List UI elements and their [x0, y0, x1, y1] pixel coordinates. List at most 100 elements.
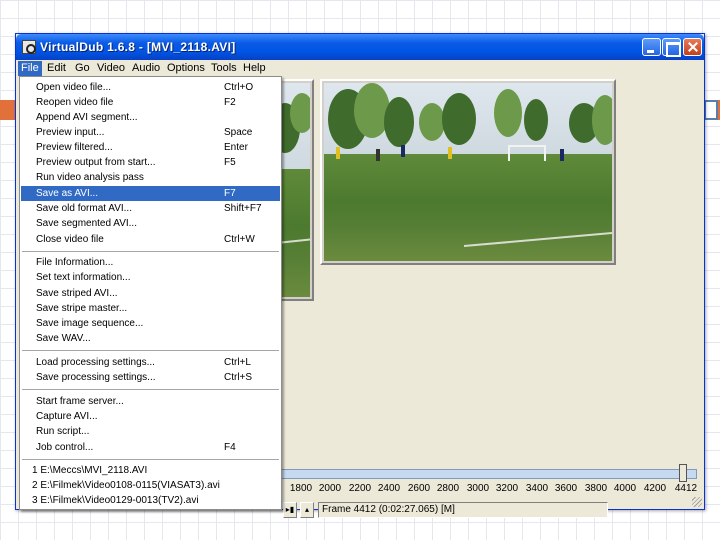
- menu-item-shortcut: F2: [224, 97, 236, 108]
- slide-accent-bar-left: [0, 100, 15, 120]
- tick-label: 3000: [466, 483, 490, 494]
- tick-label: 3600: [554, 483, 578, 494]
- tick-label: 4412: [674, 483, 698, 494]
- tick-label: 2400: [377, 483, 401, 494]
- menu-options[interactable]: Options: [164, 61, 208, 76]
- window-title: VirtualDub 1.6.8 - [MVI_2118.AVI]: [40, 40, 236, 54]
- menu-item-run-video-analysis[interactable]: Run video analysis pass: [21, 170, 280, 185]
- menu-item-shortcut: Space: [224, 127, 253, 138]
- menu-bar: File Edit Go Video Audio Options Tools H…: [16, 60, 704, 77]
- menu-item-reopen-video-file[interactable]: Reopen video file F2: [21, 95, 280, 110]
- menu-item-label: Preview output from start...: [36, 157, 156, 168]
- maximize-button[interactable]: [662, 38, 681, 57]
- menu-item-label: 3 E:\Filmek\Video0129-0013(TV2).avi: [32, 495, 199, 506]
- menu-tools[interactable]: Tools: [208, 61, 240, 76]
- menu-item-label: Save image sequence...: [36, 318, 144, 329]
- menu-help[interactable]: Help: [240, 61, 269, 76]
- tick-label: 1800: [289, 483, 313, 494]
- file-menu-dropdown: Open video file... Ctrl+O Reopen video fi…: [19, 76, 282, 510]
- menu-item-label: Save striped AVI...: [36, 288, 118, 299]
- timeline-track[interactable]: [281, 469, 697, 479]
- menu-item-recent-file-2[interactable]: 2 E:\Filmek\Video0108-0115(VIASAT3).avi: [21, 478, 280, 493]
- menu-item-load-processing-settings[interactable]: Load processing settings... Ctrl+L: [21, 355, 280, 370]
- tick-label: 3200: [495, 483, 519, 494]
- minimize-button[interactable]: [642, 38, 661, 56]
- slide-accent-square: [704, 100, 718, 120]
- menu-go[interactable]: Go: [72, 61, 93, 76]
- menu-item-label: Load processing settings...: [36, 357, 155, 368]
- menu-item-save-image-sequence[interactable]: Save image sequence...: [21, 316, 280, 331]
- menu-item-shortcut: F5: [224, 157, 236, 168]
- resize-grip-icon[interactable]: [692, 497, 702, 507]
- menu-item-save-stripe-master[interactable]: Save stripe master...: [21, 301, 280, 316]
- menu-item-label: Preview input...: [36, 127, 105, 138]
- go-to-end-button[interactable]: ▸▮: [283, 502, 297, 518]
- menu-item-label: Reopen video file: [36, 97, 114, 108]
- menu-item-label: Open video file...: [36, 82, 112, 93]
- menu-item-label: Save old format AVI...: [36, 203, 132, 214]
- tick-label: 4000: [613, 483, 637, 494]
- menu-audio[interactable]: Audio: [129, 61, 163, 76]
- menu-item-job-control[interactable]: Job control... F4: [21, 440, 280, 455]
- menu-item-file-information[interactable]: File Information...: [21, 255, 280, 270]
- menu-item-start-frame-server[interactable]: Start frame server...: [21, 394, 280, 409]
- menu-edit[interactable]: Edit: [44, 61, 69, 76]
- tick-label: 2600: [407, 483, 431, 494]
- menu-item-shortcut: F4: [224, 442, 236, 453]
- menu-separator: [22, 389, 279, 390]
- menu-item-recent-file-1[interactable]: 1 E:\Meccs\MVI_2118.AVI: [21, 463, 280, 478]
- menu-item-label: Save WAV...: [36, 333, 91, 344]
- title-bar[interactable]: VirtualDub 1.6.8 - [MVI_2118.AVI]: [16, 34, 704, 60]
- menu-separator: [22, 459, 279, 460]
- menu-item-shortcut: Ctrl+S: [224, 372, 253, 383]
- menu-item-shortcut: Ctrl+W: [224, 234, 255, 245]
- menu-item-set-text-information[interactable]: Set text information...: [21, 270, 280, 285]
- menu-item-save-processing-settings[interactable]: Save processing settings... Ctrl+S: [21, 370, 280, 385]
- menu-item-save-as-avi[interactable]: Save as AVI... F7: [21, 186, 280, 201]
- menu-item-run-script[interactable]: Run script...: [21, 424, 280, 439]
- close-button[interactable]: [683, 38, 702, 56]
- menu-item-shortcut: Enter: [224, 142, 248, 153]
- menu-item-label: Save processing settings...: [36, 372, 156, 383]
- tick-label: 3400: [525, 483, 549, 494]
- menu-item-close-video-file[interactable]: Close video file Ctrl+W: [21, 232, 280, 247]
- output-video-pane: [320, 79, 616, 265]
- menu-item-shortcut: Ctrl+L: [224, 357, 251, 368]
- menu-item-label: Job control...: [36, 442, 94, 453]
- menu-item-capture-avi[interactable]: Capture AVI...: [21, 409, 280, 424]
- menu-item-label: Preview filtered...: [36, 142, 113, 153]
- tick-label: 4200: [643, 483, 667, 494]
- menu-item-save-segmented-avi[interactable]: Save segmented AVI...: [21, 216, 280, 231]
- menu-item-label: Save stripe master...: [36, 303, 128, 314]
- menu-item-preview-input[interactable]: Preview input... Space: [21, 125, 280, 140]
- tick-label: 2000: [318, 483, 342, 494]
- menu-item-label: Run video analysis pass: [36, 172, 144, 183]
- menu-item-label: Close video file: [36, 234, 104, 245]
- menu-item-label: Set text information...: [36, 272, 131, 283]
- menu-item-label: Append AVI segment...: [36, 112, 138, 123]
- tick-label: 2200: [348, 483, 372, 494]
- virtualdub-app-icon[interactable]: [22, 40, 36, 54]
- menu-item-label: Save segmented AVI...: [36, 218, 137, 229]
- menu-item-label: Run script...: [36, 426, 90, 437]
- frame-status: Frame 4412 (0:02:27.065) [M]: [318, 502, 608, 518]
- menu-item-shortcut: F7: [224, 188, 236, 199]
- menu-item-save-striped-avi[interactable]: Save striped AVI...: [21, 286, 280, 301]
- menu-item-shortcut: Shift+F7: [224, 203, 262, 214]
- menu-item-open-video-file[interactable]: Open video file... Ctrl+O: [21, 80, 280, 95]
- menu-item-label: Capture AVI...: [36, 411, 98, 422]
- menu-separator: [22, 251, 279, 252]
- menu-item-label: Save as AVI...: [36, 188, 99, 199]
- menu-item-label: Start frame server...: [36, 396, 124, 407]
- timeline-slider-thumb[interactable]: [679, 464, 687, 482]
- output-video-frame: [324, 83, 612, 261]
- menu-item-append-avi-segment[interactable]: Append AVI segment...: [21, 110, 280, 125]
- menu-video[interactable]: Video: [94, 61, 128, 76]
- menu-item-save-wav[interactable]: Save WAV...: [21, 331, 280, 346]
- menu-item-preview-output[interactable]: Preview output from start... F5: [21, 155, 280, 170]
- menu-item-save-old-format-avi[interactable]: Save old format AVI... Shift+F7: [21, 201, 280, 216]
- mark-selection-button[interactable]: ▴: [300, 502, 314, 518]
- menu-file[interactable]: File: [18, 61, 42, 76]
- menu-item-preview-filtered[interactable]: Preview filtered... Enter: [21, 140, 280, 155]
- menu-item-recent-file-3[interactable]: 3 E:\Filmek\Video0129-0013(TV2).avi: [21, 493, 280, 508]
